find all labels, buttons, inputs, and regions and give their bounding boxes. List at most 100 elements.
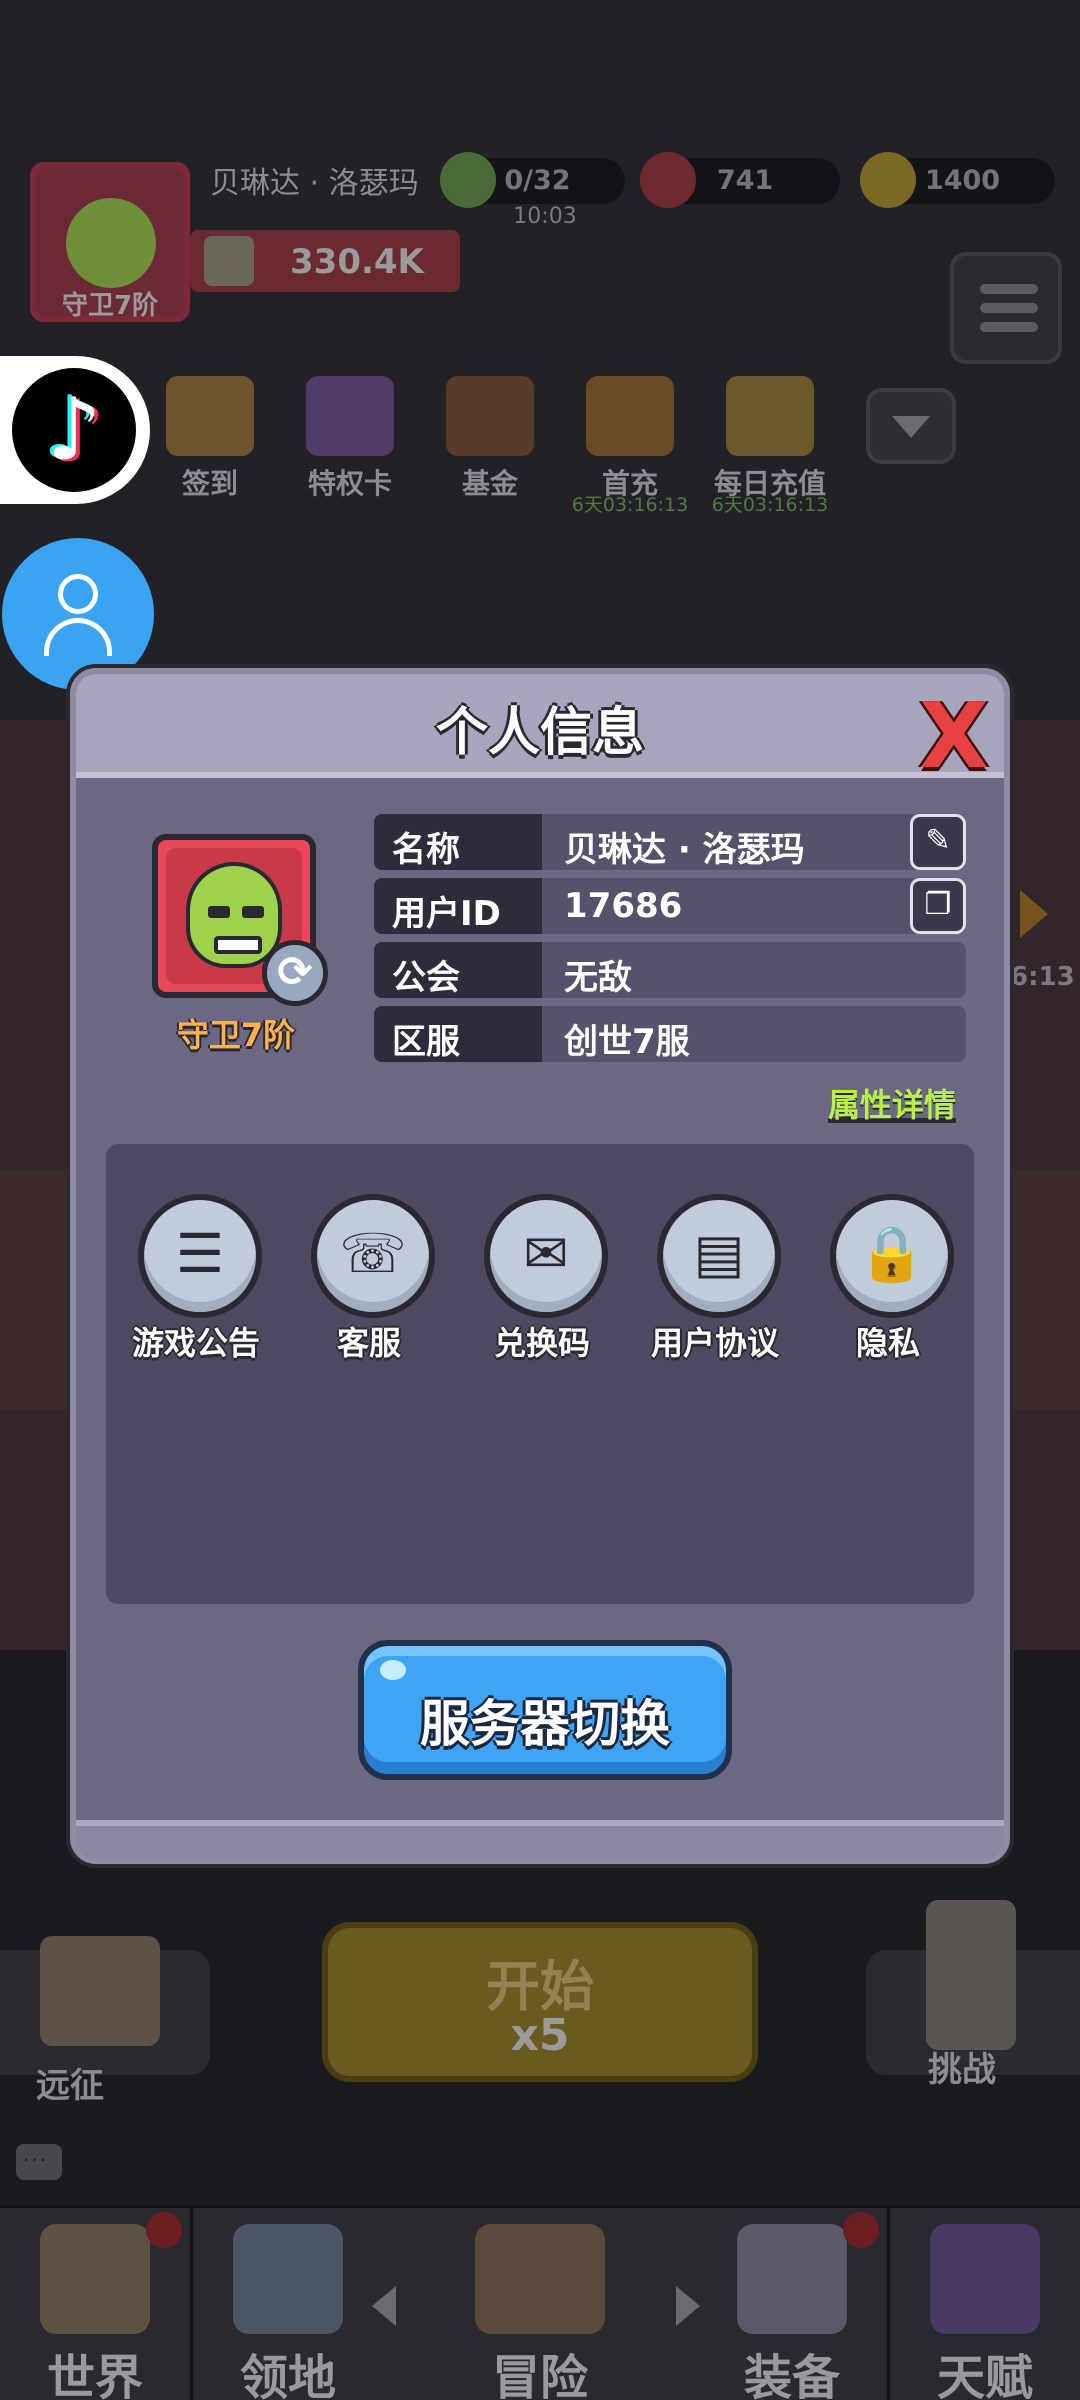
info-value-guild: 无敌	[564, 958, 632, 998]
fund-label: 基金	[461, 467, 518, 500]
gold-resource[interactable]: 1400	[860, 152, 1055, 208]
edit-name-button[interactable]: ✎	[910, 814, 966, 870]
info-key-label: 公会	[392, 958, 460, 998]
hammer-icon	[204, 236, 254, 286]
gift-icon: ✉	[484, 1194, 608, 1318]
vip-card-icon	[306, 376, 394, 456]
copy-icon: ❐	[924, 887, 952, 922]
world-map-icon	[40, 2224, 150, 2334]
attributes-detail-link[interactable]: 属性详情	[828, 1080, 956, 1126]
redeem-code-label: 兑换码	[493, 1324, 590, 1362]
daily-recharge-button[interactable]: 每日充值 6天03:16:13	[710, 372, 830, 522]
customer-service-button[interactable]: ☏ 客服	[287, 1194, 451, 1364]
info-row-server: 区服 创世7服	[374, 1006, 966, 1062]
expedition-button[interactable]: 远征	[0, 1936, 210, 2106]
daily-recharge-timer: 6天03:16:13	[711, 494, 829, 516]
headset-icon: ☏	[311, 1194, 435, 1318]
chat-bar[interactable]	[0, 2130, 1080, 2205]
tiktok-glyph: ♪	[46, 380, 102, 480]
button-gloss	[380, 1660, 406, 1680]
server-switch-button[interactable]: 服务器切换	[358, 1640, 732, 1780]
helmet-icon	[737, 2224, 847, 2334]
lock-glyph: 🔒	[858, 1222, 926, 1285]
eye	[208, 906, 230, 918]
info-key-bg: 用户ID	[374, 878, 542, 934]
chevron-down-icon	[892, 416, 930, 438]
first-recharge-button[interactable]: 首充 6天03:16:13	[570, 372, 690, 522]
info-value-server: 创世7服	[564, 1022, 690, 1062]
chat-icon[interactable]: ···	[16, 2144, 62, 2180]
lock-icon: 🔒	[830, 1194, 954, 1318]
info-value-name: 贝琳达 · 洛瑟玛	[564, 830, 805, 870]
privacy-button[interactable]: 🔒 隐私	[806, 1194, 970, 1364]
nav-equipment[interactable]: 装备	[697, 2208, 887, 2400]
challenge-button[interactable]: 挑战	[866, 1900, 1080, 2090]
user-agreement-button[interactable]: ▤ 用户协议	[633, 1194, 797, 1364]
edit-icon: ✎	[925, 823, 951, 858]
info-row-guild: 公会 无敌	[374, 942, 966, 998]
crossed-axes-icon	[475, 2224, 605, 2334]
change-avatar-button[interactable]: ⟳	[262, 940, 328, 1006]
nav-world[interactable]: 世界	[0, 2208, 190, 2400]
document-icon: ▤	[657, 1194, 781, 1318]
game-notice-button[interactable]: ☰ 游戏公告	[114, 1194, 278, 1364]
expand-icons-button[interactable]	[866, 388, 956, 464]
fund-button[interactable]: 基金	[430, 372, 550, 522]
side-timer: 6:13	[1010, 962, 1075, 992]
info-value-user-id: 17686	[564, 886, 683, 926]
menu-icon-bar	[980, 303, 1038, 313]
tiktok-icon: ♪	[12, 368, 136, 492]
close-button[interactable]: X	[914, 684, 994, 789]
start-cost: x5	[510, 2010, 570, 2061]
menu-button[interactable]	[950, 252, 1062, 364]
personal-info-dialog: 个人信息 X ⟳ 守卫7阶 名称 贝琳达 · 洛瑟玛 ✎ 用户ID 17686 …	[70, 668, 1010, 1864]
headset-glyph: ☏	[339, 1222, 407, 1285]
user-icon-body	[44, 618, 112, 656]
chat-glyph: ···	[23, 2148, 49, 2172]
game-notice-label: 游戏公告	[131, 1324, 260, 1362]
side-arrow-icon[interactable]	[1020, 890, 1048, 938]
menu-icon-bar	[980, 322, 1038, 332]
player-rank: 守卫7阶	[61, 291, 159, 321]
nav-adventure[interactable]: 冒险	[383, 2208, 697, 2400]
gold-value: 1400	[924, 165, 1001, 196]
tiktok-float-button[interactable]: ♪	[0, 356, 150, 504]
gem-resource[interactable]: 741	[640, 152, 840, 208]
energy-timer: 10:03	[513, 204, 577, 229]
info-key-label: 用户ID	[392, 894, 501, 934]
notification-dot	[146, 2212, 182, 2248]
dialog-footer	[76, 1820, 1004, 1858]
info-key-label: 区服	[392, 1022, 460, 1062]
power-value: 330.4K	[290, 242, 424, 282]
energy-resource[interactable]: 0/32	[440, 152, 625, 208]
nav-adventure-label: 冒险	[491, 2350, 588, 2400]
gem-value: 741	[716, 165, 774, 196]
dialog-title: 个人信息	[435, 703, 644, 763]
player-avatar[interactable]: 守卫7阶	[30, 162, 190, 322]
copy-id-button[interactable]: ❐	[910, 878, 966, 934]
fund-coins-icon	[446, 376, 534, 456]
privilege-card-button[interactable]: 特权卡	[290, 372, 410, 522]
info-key-bg: 名称	[374, 814, 542, 870]
redeem-code-button[interactable]: ✉ 兑换码	[460, 1194, 624, 1364]
user-icon	[58, 574, 98, 614]
info-row-user-id: 用户ID 17686 ❐	[374, 878, 966, 934]
treasure-chest-icon	[586, 376, 674, 456]
customer-service-label: 客服	[336, 1324, 401, 1362]
menu-icon	[980, 284, 1038, 294]
calendar-icon	[166, 376, 254, 456]
nav-world-label: 世界	[46, 2350, 143, 2400]
start-button[interactable]: 开始 x5	[322, 1922, 758, 2082]
info-key-bg: 公会	[374, 942, 542, 998]
notice-glyph: ☰	[175, 1222, 225, 1285]
first-recharge-timer: 6天03:16:13	[571, 494, 689, 516]
map-scroll-icon	[40, 1936, 160, 2046]
nav-talent[interactable]: 天赋	[890, 2208, 1080, 2400]
power-bar: 330.4K	[190, 230, 460, 292]
mouth	[214, 936, 262, 954]
signin-button[interactable]: 签到	[150, 372, 270, 522]
bottom-nav: 世界 领地 冒险 装备 天赋	[0, 2205, 1080, 2400]
nav-territory[interactable]: 领地	[193, 2208, 383, 2400]
info-key-label: 名称	[392, 830, 460, 870]
privilege-card-label: 特权卡	[307, 467, 392, 500]
